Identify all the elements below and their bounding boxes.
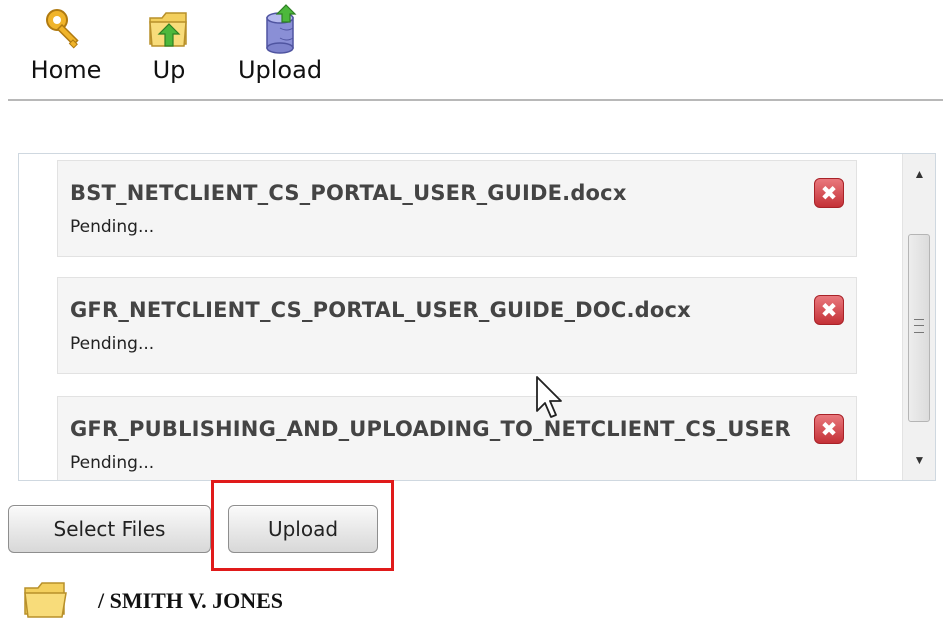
queue-item: GFR_PUBLISHING_AND_UPLOADING_TO_NETCLIEN… — [57, 396, 857, 480]
mouse-cursor-icon — [536, 376, 562, 418]
upload-toolbar-label: Upload — [237, 56, 323, 84]
file-status: Pending... — [70, 453, 155, 473]
home-label: Home — [30, 56, 102, 84]
toolbar: Home Up Upload — [0, 0, 943, 100]
upload-highlight-box — [211, 480, 394, 571]
remove-file-button[interactable]: ✖ — [814, 178, 844, 208]
file-name: GFR_PUBLISHING_AND_UPLOADING_TO_NETCLIEN… — [70, 417, 791, 441]
queue-item: BST_NETCLIENT_CS_PORTAL_USER_GUIDE.docx … — [57, 160, 857, 257]
queue-item: GFR_NETCLIENT_CS_PORTAL_USER_GUIDE_DOC.d… — [57, 277, 857, 374]
upload-queue: BST_NETCLIENT_CS_PORTAL_USER_GUIDE.docx … — [18, 153, 936, 481]
up-button[interactable]: Up — [140, 4, 198, 84]
folder-icon — [24, 582, 67, 618]
file-status: Pending... — [70, 334, 155, 354]
select-files-button[interactable]: Select Files — [8, 505, 211, 553]
file-name: GFR_NETCLIENT_CS_PORTAL_USER_GUIDE_DOC.d… — [70, 298, 691, 322]
scroll-down-arrow-icon[interactable]: ▼ — [903, 440, 935, 480]
database-upload-icon — [256, 4, 304, 54]
scroll-grip-icon — [914, 319, 924, 333]
queue-scrollbar[interactable]: ▲ ▼ — [902, 154, 935, 480]
scroll-thumb[interactable] — [908, 234, 930, 422]
scroll-up-arrow-icon[interactable]: ▲ — [903, 154, 935, 194]
toolbar-divider — [8, 99, 943, 101]
folder-up-icon — [145, 4, 193, 54]
file-name: BST_NETCLIENT_CS_PORTAL_USER_GUIDE.docx — [70, 181, 627, 205]
remove-file-button[interactable]: ✖ — [814, 414, 844, 444]
key-icon — [42, 4, 90, 54]
remove-file-button[interactable]: ✖ — [814, 295, 844, 325]
home-button[interactable]: Home — [24, 4, 108, 84]
up-label: Up — [152, 56, 186, 84]
upload-toolbar-button[interactable]: Upload — [230, 4, 330, 84]
current-path: / SMITH V. JONES — [98, 588, 284, 613]
file-status: Pending... — [70, 217, 155, 237]
